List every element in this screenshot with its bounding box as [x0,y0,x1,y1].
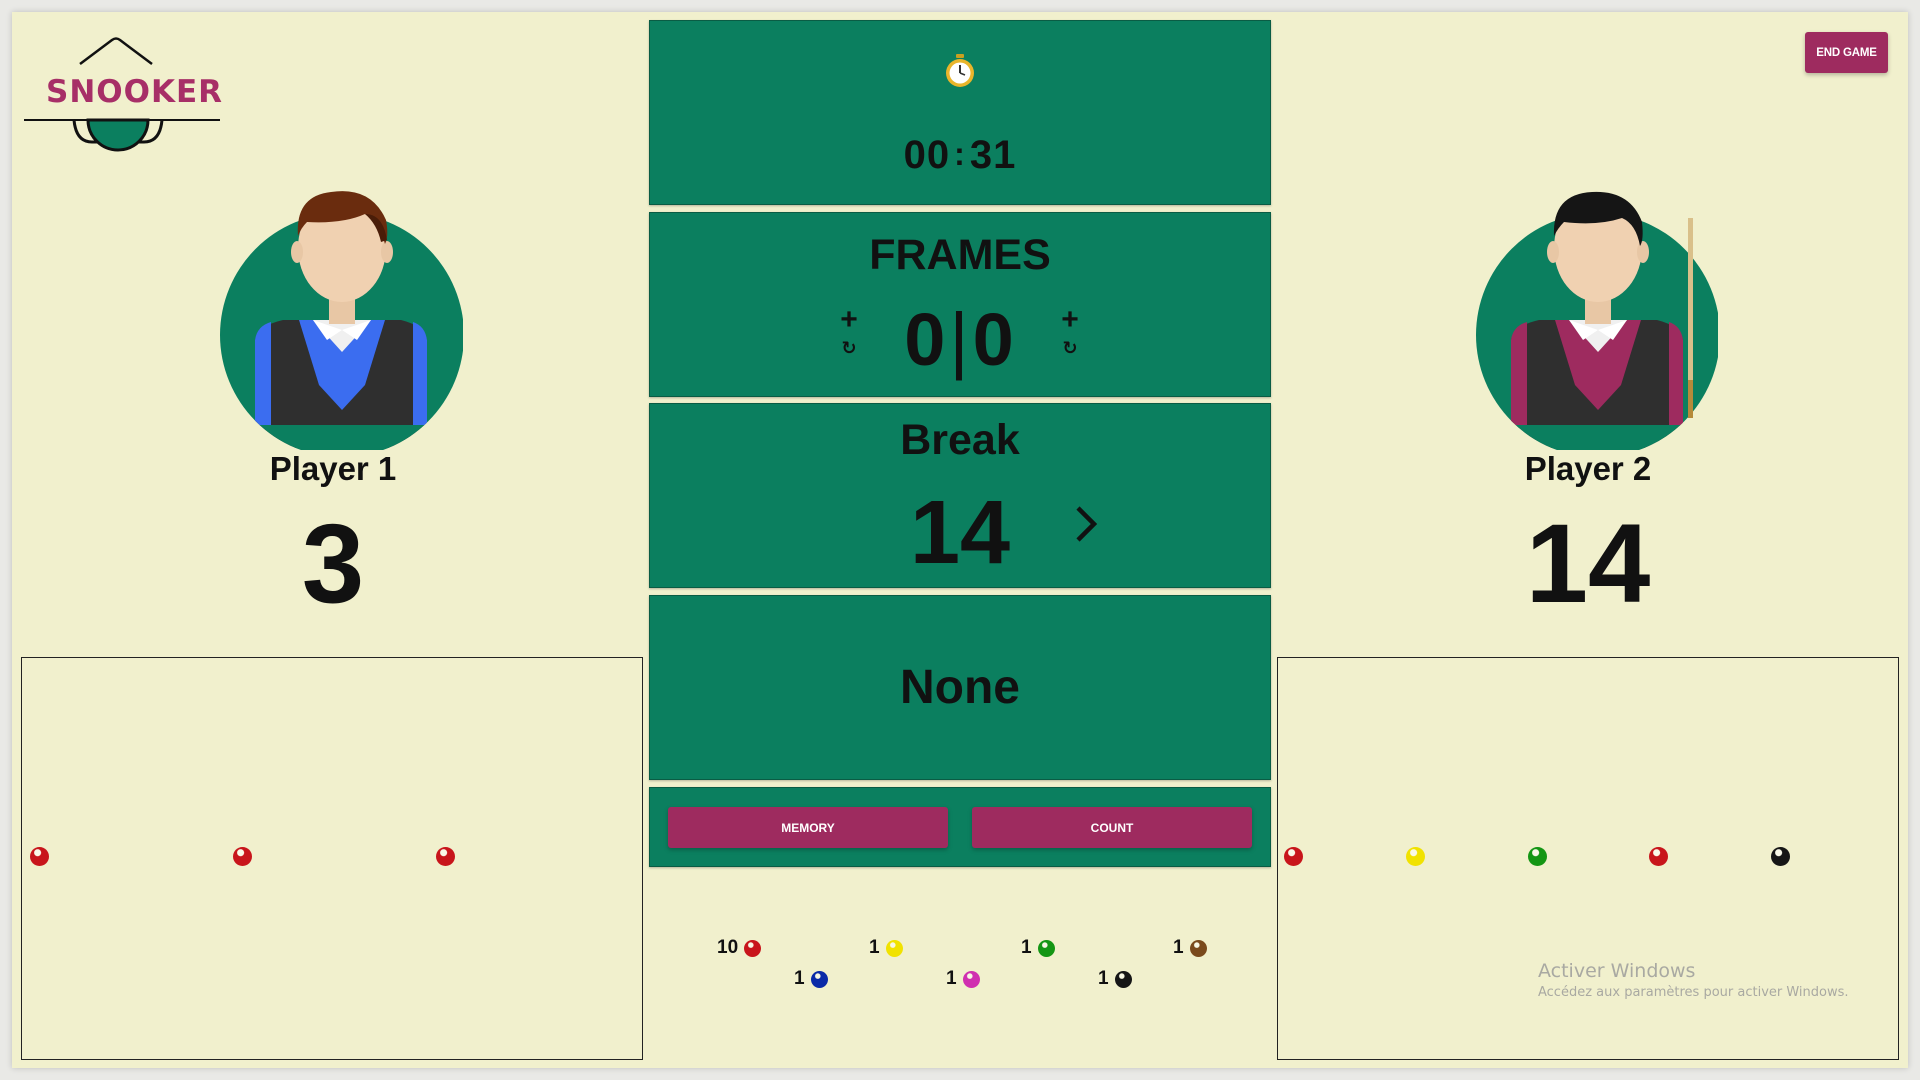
potted-ball [1406,847,1425,866]
player-2-name: Player 2 [1524,450,1652,487]
snooker-logo: SNOOKER [24,22,234,162]
status-value: None [900,661,1020,714]
remaining-count: 1 [1173,937,1184,958]
player-1-potted-panel [21,657,643,1060]
frames-title: FRAMES [869,231,1051,279]
player-2-frame-controls: + ↻ [1055,305,1085,359]
remaining-count: 1 [946,968,957,989]
player-1-score: 3 [301,501,365,626]
watermark-title: Activer Windows [1538,960,1696,982]
end-game-button[interactable]: END GAME [1805,32,1888,73]
status-card: None [649,595,1271,780]
player-2-card: Player 2 14 [1458,180,1718,620]
red-ball-icon [744,939,762,957]
frames-score: 0|0 [650,297,1270,382]
break-value: 14 [909,483,1011,583]
black-ball-icon [1114,970,1132,988]
frames-separator: | [949,298,971,381]
timer-seconds: 31 [969,133,1017,177]
potted-ball [1528,847,1547,866]
stopwatch-icon [944,53,976,94]
remaining-green: 1 [1021,937,1055,959]
potted-ball [233,847,252,866]
potted-ball [1649,847,1668,866]
potted-ball [1284,847,1303,866]
remaining-count: 10 [717,937,739,958]
actions-card: MEMORY COUNT [649,787,1271,867]
player-2-reset-frame-icon[interactable]: ↻ [1055,337,1085,359]
potted-ball [1771,847,1790,866]
timer-minutes: 00 [903,133,951,177]
remaining-blue: 1 [794,968,828,990]
frames-card: FRAMES + ↻ 0|0 + ↻ [649,212,1271,397]
remaining-count: 1 [794,968,805,989]
player-2-frames: 0 [972,298,1016,381]
logo-text: SNOOKER [46,74,224,110]
green-ball-icon [1037,939,1055,957]
remaining-brown: 1 [1173,937,1207,959]
player-2-score: 14 [1525,501,1651,626]
break-title: Break [900,416,1020,464]
memory-button[interactable]: MEMORY [668,807,948,848]
potted-ball [30,847,49,866]
blue-ball-icon [810,970,828,988]
remaining-balls: 10 1 1 1 1 1 1 [649,937,1271,1007]
player-1-name: Player 1 [269,450,397,487]
chevron-right-icon[interactable] [1072,504,1100,555]
timer-card: 00:31 [649,20,1271,205]
player-1-avatar [203,180,463,450]
brown-ball-icon [1189,939,1207,957]
remaining-count: 1 [1098,968,1109,989]
remaining-black: 1 [1098,968,1132,990]
remaining-pink: 1 [946,968,980,990]
remaining-count: 1 [1021,937,1032,958]
timer-separator: : [954,136,966,172]
player-1-frames: 0 [904,298,948,381]
player-1-card: Player 1 3 [203,180,463,620]
timer-display: 00:31 [650,133,1270,178]
player-2-avatar [1458,180,1718,450]
pink-ball-icon [962,970,980,988]
watermark-subtitle: Accédez aux paramètres pour activer Wind… [1538,985,1849,1000]
snooker-app: SNOOKER END GAME Player 1 3 Player 2 14 … [12,12,1908,1068]
count-button[interactable]: COUNT [972,807,1252,848]
yellow-ball-icon [885,939,903,957]
remaining-count: 1 [869,937,880,958]
break-card: Break 14 [649,403,1271,588]
potted-ball [436,847,455,866]
remaining-yellow: 1 [869,937,903,959]
windows-activation-watermark: Activer Windows Accédez aux paramètres p… [1538,960,1849,1000]
player-2-add-frame-button[interactable]: + [1055,305,1085,335]
remaining-red: 10 [717,937,762,959]
